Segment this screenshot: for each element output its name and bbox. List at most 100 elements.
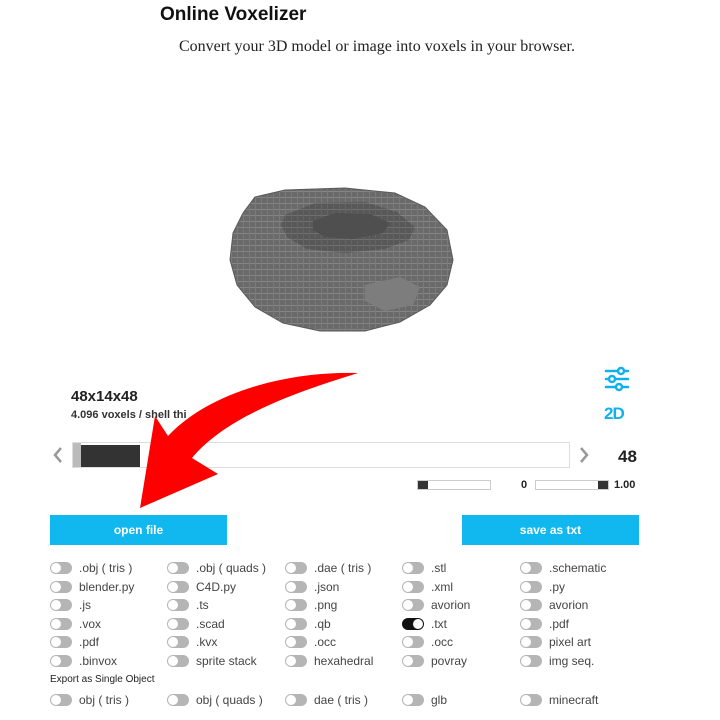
format-option[interactable]: .js [50, 598, 91, 612]
format-option[interactable]: avorion [520, 598, 588, 612]
chevron-right-icon[interactable] [576, 442, 592, 468]
slider-handle[interactable] [73, 443, 81, 467]
format-option[interactable]: .binvox [50, 654, 117, 668]
toggle-switch[interactable] [402, 655, 424, 667]
format-label: .js [79, 598, 91, 612]
resolution-slider[interactable] [72, 442, 570, 468]
toggle-switch[interactable] [167, 694, 189, 706]
format-option[interactable]: .schematic [520, 561, 606, 575]
single-object-label-text: dae ( tris ) [314, 693, 369, 707]
format-label: .schematic [549, 561, 607, 575]
format-option[interactable]: povray [402, 654, 467, 668]
single-object-option[interactable]: glb [402, 693, 447, 707]
toggle-switch[interactable] [520, 655, 542, 667]
toggle-switch[interactable] [402, 562, 424, 574]
toggle-switch[interactable] [167, 636, 189, 648]
toggle-switch[interactable] [167, 581, 189, 593]
toggle-switch[interactable] [520, 581, 542, 593]
mode-2d-button[interactable]: 2D [604, 404, 625, 424]
single-object-option[interactable]: dae ( tris ) [285, 693, 368, 707]
toggle-switch[interactable] [285, 562, 307, 574]
format-label: .xml [431, 580, 453, 594]
toggle-switch[interactable] [402, 599, 424, 611]
scale-value: 1.00 [614, 479, 636, 491]
format-option[interactable]: .json [285, 580, 339, 594]
format-option[interactable]: .occ [285, 635, 336, 649]
toggle-switch[interactable] [402, 618, 424, 630]
toggle-switch[interactable] [50, 618, 72, 630]
format-label: .scad [196, 617, 225, 631]
format-label: .stl [431, 561, 447, 575]
save-as-button[interactable]: save as txt [462, 515, 639, 545]
scale-slider[interactable] [535, 480, 609, 490]
toggle-switch[interactable] [402, 581, 424, 593]
format-label: avorion [549, 598, 589, 612]
format-option[interactable]: .xml [402, 580, 453, 594]
single-object-option[interactable]: obj ( quads ) [167, 693, 263, 707]
toggle-switch[interactable] [285, 655, 307, 667]
format-option[interactable]: C4D.py [167, 580, 236, 594]
toggle-switch[interactable] [167, 618, 189, 630]
chevron-left-icon[interactable] [50, 442, 66, 468]
open-file-button[interactable]: open file [50, 515, 227, 545]
format-option[interactable]: sprite stack [167, 654, 257, 668]
voxel-model-preview[interactable] [225, 185, 455, 335]
format-option[interactable]: .qb [285, 617, 331, 631]
toggle-switch[interactable] [285, 694, 307, 706]
toggle-switch[interactable] [520, 562, 542, 574]
toggle-switch[interactable] [50, 655, 72, 667]
scale-slider-handle[interactable] [598, 481, 608, 489]
toggle-switch[interactable] [50, 581, 72, 593]
format-label: pixel art [549, 635, 592, 649]
toggle-switch[interactable] [402, 694, 424, 706]
single-object-label-text: glb [431, 693, 448, 707]
format-option[interactable]: .ts [167, 598, 209, 612]
format-option[interactable]: hexahedral [285, 654, 373, 668]
format-option[interactable]: .pdf [50, 635, 99, 649]
format-option[interactable]: .vox [50, 617, 101, 631]
format-option[interactable]: .stl [402, 561, 446, 575]
toggle-switch[interactable] [285, 618, 307, 630]
toggle-switch[interactable] [50, 599, 72, 611]
format-option[interactable]: blender.py [50, 580, 134, 594]
toggle-switch[interactable] [520, 618, 542, 630]
toggle-switch[interactable] [167, 655, 189, 667]
format-option[interactable]: .pdf [520, 617, 569, 631]
format-option[interactable]: .dae ( tris ) [285, 561, 371, 575]
toggle-switch[interactable] [520, 599, 542, 611]
format-label: avorion [431, 598, 471, 612]
toggle-switch[interactable] [285, 636, 307, 648]
format-option[interactable]: .txt [402, 617, 447, 631]
settings-sliders-icon[interactable] [603, 366, 631, 392]
format-option[interactable]: .scad [167, 617, 225, 631]
toggle-switch[interactable] [50, 636, 72, 648]
format-option[interactable]: .kvx [167, 635, 217, 649]
single-object-label-text: obj ( tris ) [79, 693, 130, 707]
toggle-switch[interactable] [402, 636, 424, 648]
toggle-switch[interactable] [167, 599, 189, 611]
toggle-switch[interactable] [50, 562, 72, 574]
format-option[interactable]: .png [285, 598, 337, 612]
toggle-switch[interactable] [520, 694, 542, 706]
toggle-switch[interactable] [520, 636, 542, 648]
format-option[interactable]: avorion [402, 598, 470, 612]
toggle-switch[interactable] [285, 599, 307, 611]
shell-slider-handle[interactable] [418, 481, 428, 489]
format-option[interactable]: pixel art [520, 635, 591, 649]
format-option[interactable]: img seq. [520, 654, 594, 668]
format-label: .pdf [549, 617, 570, 631]
slider-fill [81, 445, 140, 467]
format-option[interactable]: .obj ( quads ) [167, 561, 266, 575]
shell-slider[interactable] [417, 480, 491, 490]
format-label: .ts [196, 598, 209, 612]
format-label: img seq. [549, 654, 595, 668]
format-option[interactable]: .py [520, 580, 565, 594]
toggle-switch[interactable] [285, 581, 307, 593]
format-label: .vox [79, 617, 102, 631]
single-object-option[interactable]: obj ( tris ) [50, 693, 129, 707]
toggle-switch[interactable] [167, 562, 189, 574]
single-object-option[interactable]: minecraft [520, 693, 598, 707]
format-option[interactable]: .occ [402, 635, 453, 649]
format-option[interactable]: .obj ( tris ) [50, 561, 132, 575]
toggle-switch[interactable] [50, 694, 72, 706]
